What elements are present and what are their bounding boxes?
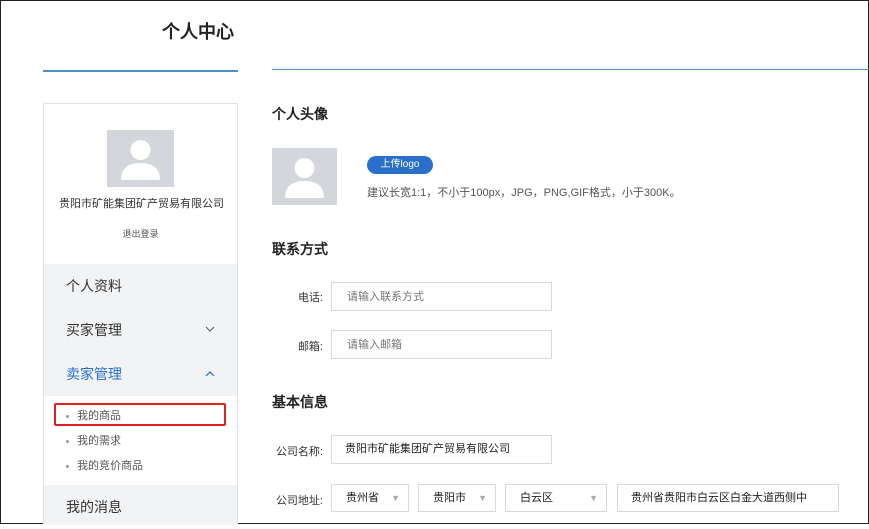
bullet-icon <box>66 464 69 468</box>
company-name-label: 公司名称: <box>275 446 323 458</box>
sidebar-item-seller[interactable]: 卖家管理 <box>44 352 237 396</box>
bullet-icon <box>66 414 69 418</box>
bullet-icon <box>66 439 69 443</box>
user-silhouette-icon <box>285 158 324 198</box>
upload-logo-button[interactable]: 上传logo <box>367 156 433 174</box>
district-select[interactable]: 白云区 ▼ <box>505 484 607 512</box>
email-label: 邮箱: <box>297 341 323 353</box>
sidebar-item-label: 卖家管理 <box>66 366 122 382</box>
city-select[interactable]: 贵阳市 ▼ <box>418 484 496 512</box>
logo-preview <box>272 148 337 205</box>
page-title: 个人中心 <box>162 22 234 42</box>
address-detail-input[interactable]: 贵州省贵阳市白云区白金大道西侧中 <box>617 484 839 512</box>
user-silhouette-icon <box>121 140 160 180</box>
sub-item-label: 我的竞价商品 <box>77 460 143 472</box>
phone-label: 电话: <box>297 292 323 304</box>
sidebar-item-messages[interactable]: 我的消息 <box>44 485 237 525</box>
sidebar-item-label: 买家管理 <box>66 322 122 338</box>
sub-item-label: 我的商品 <box>77 410 121 422</box>
sidebar-divider <box>43 70 238 72</box>
company-address-label: 公司地址: <box>275 495 323 507</box>
user-avatar <box>107 130 174 187</box>
phone-input[interactable] <box>331 282 552 311</box>
sub-item-my-demands[interactable]: 我的需求 <box>66 432 121 448</box>
avatar-section-title: 个人头像 <box>272 106 328 122</box>
sidebar-item-label: 个人资料 <box>66 278 122 294</box>
city-value: 贵阳市 <box>433 492 466 504</box>
contact-section-title: 联系方式 <box>272 241 328 257</box>
company-name-input[interactable]: 贵阳市矿能集团矿产贸易有限公司 <box>331 435 552 464</box>
sub-item-my-products[interactable]: 我的商品 <box>66 407 121 423</box>
sidebar-item-buyer[interactable]: 买家管理 <box>44 308 237 352</box>
sidebar: 贵阳市矿能集团矿产贸易有限公司 退出登录 个人资料 买家管理 卖家管理 我的商品… <box>43 103 238 525</box>
province-value: 贵州省 <box>346 492 379 504</box>
caret-down-icon: ▼ <box>589 493 598 503</box>
sub-item-label: 我的需求 <box>77 435 121 447</box>
company-name: 贵阳市矿能集团矿产贸易有限公司 <box>59 198 224 210</box>
content-divider <box>272 69 869 70</box>
sub-item-my-bids[interactable]: 我的竞价商品 <box>66 457 143 473</box>
logout-link[interactable]: 退出登录 <box>44 227 237 240</box>
district-value: 白云区 <box>520 492 553 504</box>
sidebar-item-label: 我的消息 <box>66 499 122 515</box>
upload-hint: 建议长宽1:1，不小于100px，JPG，PNG,GIF格式，小于300K。 <box>367 187 681 199</box>
province-select[interactable]: 贵州省 ▼ <box>331 484 409 512</box>
sidebar-item-profile[interactable]: 个人资料 <box>44 264 237 308</box>
caret-down-icon: ▼ <box>478 493 487 503</box>
basic-info-section-title: 基本信息 <box>272 394 328 410</box>
caret-down-icon: ▼ <box>391 493 400 503</box>
email-input[interactable] <box>331 330 552 359</box>
